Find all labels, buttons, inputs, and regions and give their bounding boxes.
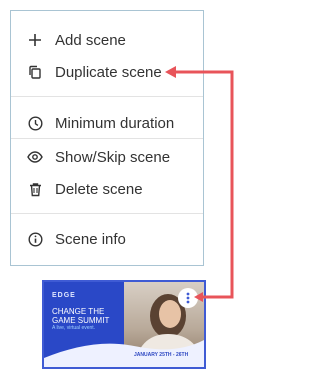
brand-logo: EDGE [52, 292, 76, 299]
scene-context-menu: Add scene Duplicate scene Minimum durati… [10, 10, 204, 266]
info-icon [27, 231, 43, 247]
thumbnail-title: CHANGE THE GAME SUMMIT [52, 307, 110, 325]
menu-item-label: Show/Skip scene [55, 148, 171, 166]
menu-item-minimum-duration[interactable]: Minimum duration [11, 107, 203, 139]
menu-item-label: Delete scene [55, 180, 143, 198]
plus-icon [27, 32, 43, 48]
trash-icon [27, 181, 43, 197]
thumbnail-subtitle: A live, virtual event. [52, 325, 96, 331]
more-vertical-icon [186, 292, 190, 304]
menu-item-scene-info[interactable]: Scene info [11, 223, 203, 255]
clock-icon [27, 115, 43, 131]
menu-item-delete-scene[interactable]: Delete scene [11, 173, 203, 205]
menu-item-label: Duplicate scene [55, 63, 162, 81]
menu-divider [11, 96, 203, 97]
menu-item-label: Scene info [55, 230, 126, 248]
menu-divider [11, 213, 203, 214]
event-date: JANUARY 25TH - 26TH [134, 352, 189, 358]
menu-item-show-skip-scene[interactable]: Show/Skip scene [11, 141, 203, 173]
menu-divider [11, 138, 203, 139]
menu-item-duplicate-scene[interactable]: Duplicate scene [11, 56, 203, 88]
scene-options-button[interactable] [178, 288, 198, 308]
copy-icon [27, 64, 43, 80]
menu-item-label: Add scene [55, 31, 126, 49]
eye-icon [27, 149, 43, 165]
menu-item-label: Minimum duration [55, 114, 175, 132]
menu-item-add-scene[interactable]: Add scene [11, 24, 203, 56]
